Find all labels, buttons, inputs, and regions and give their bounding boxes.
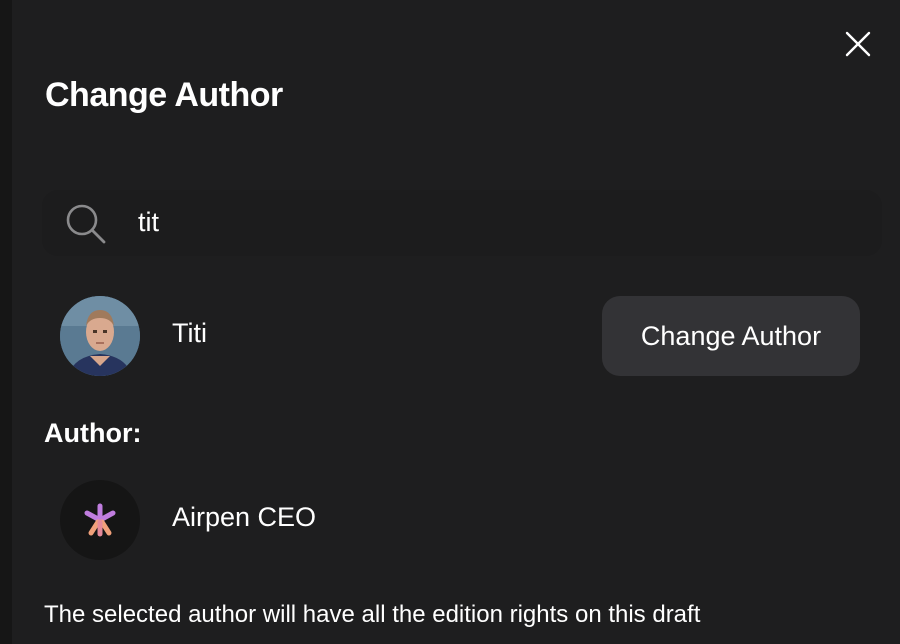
current-author: Airpen CEO (60, 480, 460, 560)
search-result-item: Titi Change Author (60, 296, 860, 376)
avatar (60, 296, 140, 376)
search-field[interactable] (42, 190, 882, 256)
close-button[interactable] (842, 28, 874, 60)
edition-rights-note: The selected author will have all the ed… (44, 601, 701, 628)
close-icon (845, 31, 871, 57)
change-author-button[interactable]: Change Author (602, 296, 860, 376)
author-section-label: Author: (44, 418, 142, 448)
search-icon (66, 204, 106, 244)
user-photo (60, 296, 140, 376)
result-name: Titi (172, 318, 207, 348)
search-input[interactable] (138, 198, 838, 246)
author-name: Airpen CEO (172, 502, 317, 532)
dialog-title: Change Author (45, 76, 283, 114)
asterisk-logo-icon (84, 503, 116, 537)
change-author-dialog: Change Author Titi Change Author Author: (12, 0, 900, 644)
backdrop-edge (0, 0, 12, 644)
author-avatar (60, 480, 140, 560)
